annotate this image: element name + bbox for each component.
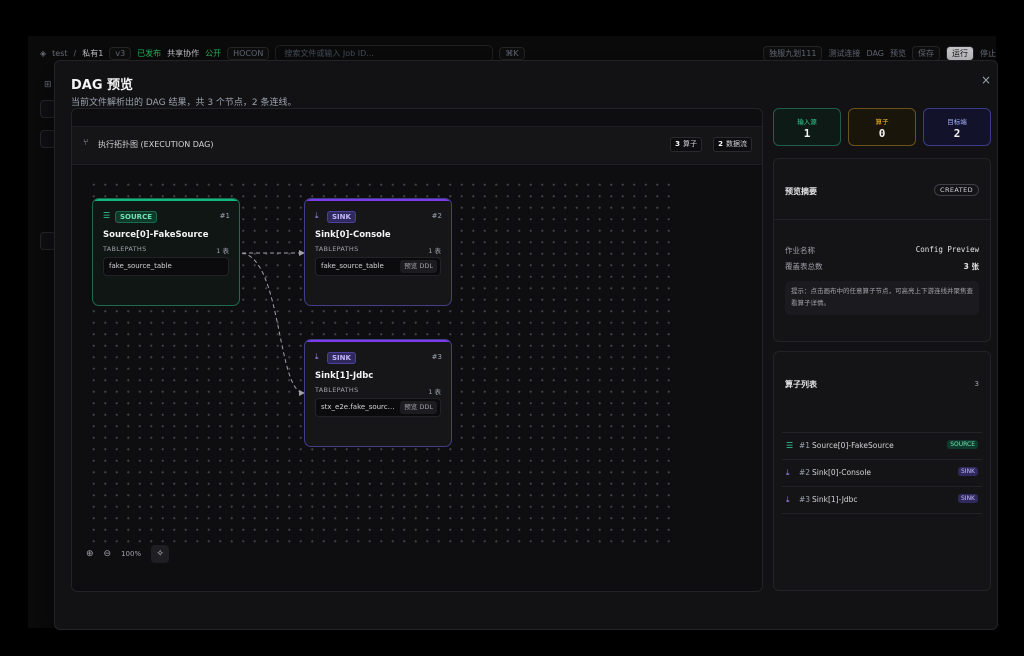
operator-list: ☰ #1 Source[0]-FakeSource SOURCE ⤓ #2 Si…: [782, 432, 982, 514]
preview-ddl-button[interactable]: 预览 DDL: [400, 401, 437, 414]
node-name: Sink[1]-Jdbc: [315, 371, 374, 381]
operator-list-title: 算子列表: [785, 380, 817, 389]
download-icon: ⤓: [315, 352, 319, 361]
run-button[interactable]: 运行: [946, 45, 974, 61]
dag-canvas-panel: ⑂ 执行拓扑图 (EXECUTION DAG) 3 算子 2 数据流 ☰ SOURC…: [71, 108, 763, 592]
dag-button[interactable]: DAG: [866, 49, 884, 58]
version-badge: v3: [109, 46, 132, 60]
operator-type-badge: SINK: [957, 467, 978, 476]
download-icon: ⤓: [786, 468, 790, 477]
node-section-label: TABLEPATHS: [103, 245, 147, 253]
status-badge: CREATED: [934, 184, 979, 196]
format-select[interactable]: HOCON: [227, 46, 270, 60]
operator-item-source[interactable]: ☰ #1 Source[0]-FakeSource SOURCE: [782, 432, 982, 459]
download-icon: ⤓: [786, 495, 790, 504]
summary-title: 预览摘要: [785, 187, 817, 196]
breadcrumb-file[interactable]: 私有1: [82, 48, 103, 59]
dag-preview-modal: DAG 预览 当前文件解析出的 DAG 结果，共 3 个节点，2 条连线。 × …: [54, 60, 998, 630]
node-type-tag: SINK: [327, 352, 356, 364]
breadcrumb-project[interactable]: test: [52, 49, 67, 58]
zoom-out-icon[interactable]: ⊖: [104, 549, 112, 559]
zoom-controls: ⊕ ⊖ 100% ✧: [86, 543, 170, 565]
shortcut-hint: ⌘K: [499, 46, 525, 60]
stop-button[interactable]: 停止: [980, 48, 996, 59]
operator-list-panel: 算子列表 3 ☰ #1 Source[0]-FakeSource SOURCE …: [773, 351, 991, 591]
database-icon: ☰: [103, 211, 111, 220]
node-table-field: stx_e2e.fake_source_table预览 DDL: [315, 398, 441, 417]
preview-button[interactable]: 预览: [890, 48, 906, 59]
node-number: #1: [219, 212, 230, 220]
summary-panel: 预览摘要 CREATED 作业名称 Config Preview 覆盖表总数 3…: [773, 158, 991, 342]
zoom-in-icon[interactable]: ⊕: [86, 549, 94, 559]
table-count-row: 覆盖表总数 3 张: [785, 262, 979, 271]
node-table-count: 1 表: [216, 247, 229, 255]
close-icon[interactable]: ×: [981, 73, 991, 87]
stat-outputs: 目标端 2: [923, 108, 991, 146]
node-table-field: fake_source_table 预览 DDL: [315, 257, 441, 276]
search-input[interactable]: 搜索文件或输入 Job ID...: [275, 44, 494, 62]
publish-status: 已发布: [137, 48, 162, 58]
stat-operators: 算子 0: [848, 108, 916, 146]
node-name: Sink[0]-Console: [315, 230, 391, 240]
modal-subtitle: 当前文件解析出的 DAG 结果，共 3 个节点，2 条连线。: [71, 98, 297, 108]
fit-view-icon[interactable]: ✧: [151, 545, 170, 563]
operator-type-badge: SOURCE: [947, 440, 978, 449]
operator-item-sink-console[interactable]: ⤓ #2 Sink[0]-Console SINK: [782, 459, 982, 486]
operator-item-sink-jdbc[interactable]: ⤓ #3 Sink[1]-Jdbc SINK: [782, 486, 982, 514]
operator-count: 3: [974, 380, 979, 388]
download-icon: ⤓: [315, 211, 319, 220]
dag-node-sink-jdbc[interactable]: ⤓ SINK #3 Sink[1]-Jdbc TABLEPATHS 1 表 st…: [304, 339, 452, 447]
save-button[interactable]: 保存: [912, 45, 940, 61]
node-name: Source[0]-FakeSource: [103, 230, 209, 240]
node-table-count: 1 表: [428, 247, 441, 255]
node-number: #2: [431, 212, 442, 220]
dag-node-sink-console[interactable]: ⤓ SINK #2 Sink[0]-Console TABLEPATHS 1 表…: [304, 198, 452, 306]
sidebar-stub: ⊞: [44, 80, 52, 90]
public-toggle[interactable]: 公开: [205, 48, 221, 59]
modal-title: DAG 预览: [71, 78, 134, 93]
test-connection-button[interactable]: 测试连接: [828, 48, 860, 59]
job-name-row: 作业名称 Config Preview: [785, 245, 979, 255]
layers-icon: ◈: [40, 48, 47, 58]
edge-1-3: [241, 252, 305, 396]
node-section-label: TABLEPATHS: [315, 245, 359, 253]
database-icon: ☰: [786, 441, 794, 450]
node-type-tag: SINK: [327, 211, 356, 223]
operator-type-badge: SINK: [957, 494, 978, 503]
node-type-tag: SOURCE: [115, 211, 157, 223]
dag-node-source[interactable]: ☰ SOURCE #1 Source[0]-FakeSource TABLEPA…: [92, 198, 240, 306]
tip-box: 提示：点击画布中的任意算子节点，可高亮上下游连线并聚焦查看算子详情。: [785, 281, 979, 315]
node-table-count: 1 表: [428, 388, 441, 396]
zoom-level: 100%: [121, 550, 142, 558]
node-section-label: TABLEPATHS: [315, 386, 359, 394]
node-number: #3: [431, 353, 442, 361]
collab-button[interactable]: 共享协作: [167, 48, 199, 59]
cluster-select[interactable]: 独服九划111: [763, 45, 823, 61]
node-table-field: fake_source_table: [103, 257, 229, 276]
preview-ddl-button[interactable]: 预览 DDL: [400, 260, 437, 273]
stat-inputs: 输入源 1: [773, 108, 841, 146]
